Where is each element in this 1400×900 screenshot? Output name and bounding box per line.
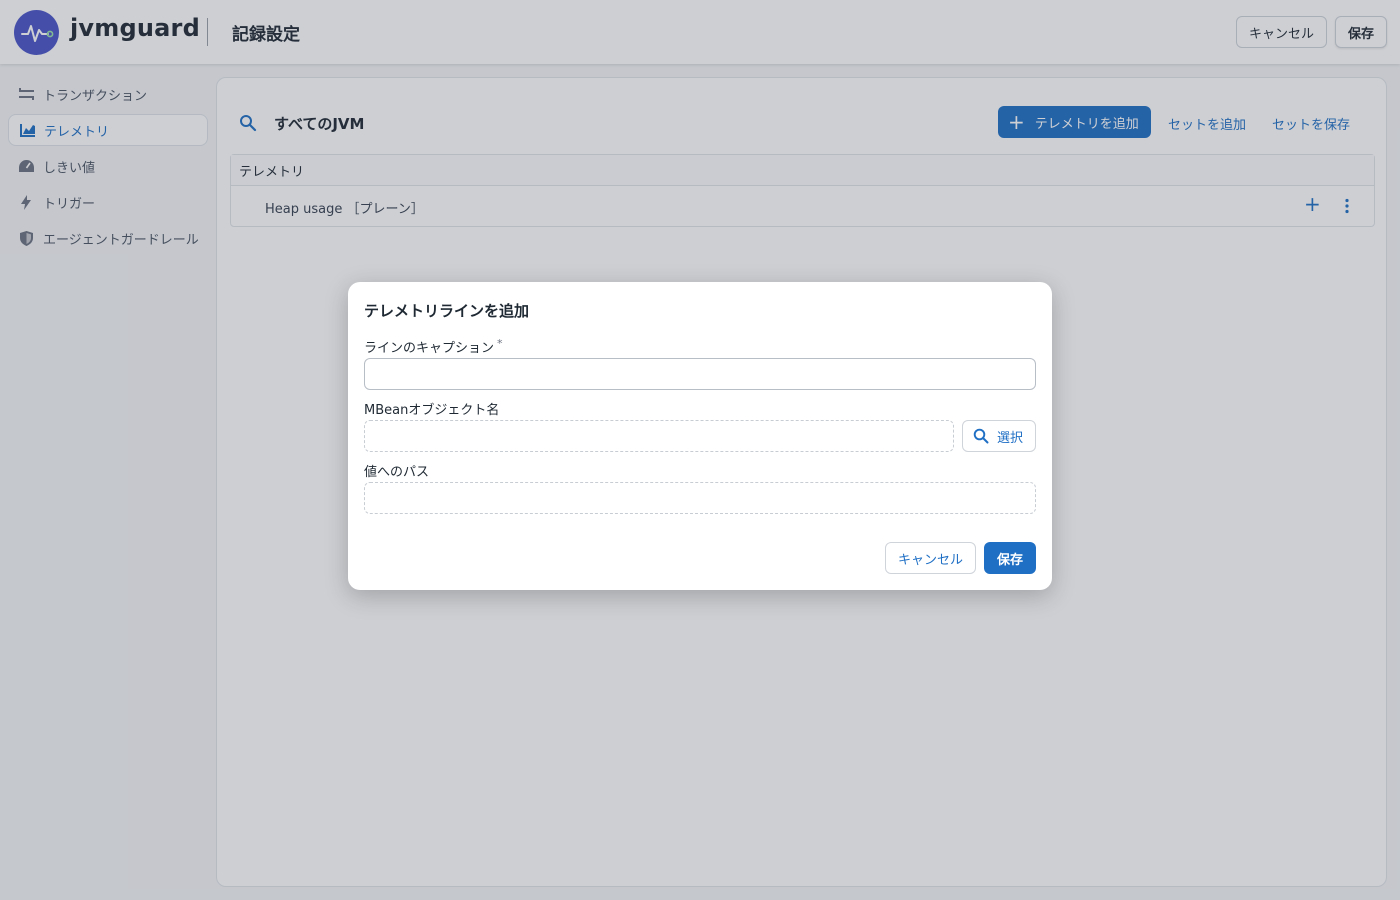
dialog-title: テレメトリラインを追加 (364, 302, 530, 320)
caption-label: ラインのキャプション * (364, 337, 503, 356)
mbean-label: MBeanオブジェクト名 (364, 403, 500, 418)
caption-input[interactable] (364, 358, 1036, 390)
value-path-label: 値へのパス (364, 465, 430, 480)
dialog-cancel-button[interactable]: キャンセル (885, 542, 976, 574)
caption-label-text: ラインのキャプション (364, 341, 495, 356)
mbean-name-input[interactable] (364, 420, 954, 452)
search-icon (973, 428, 989, 444)
select-mbean-button[interactable]: 選択 (962, 420, 1036, 452)
dialog-save-button[interactable]: 保存 (984, 542, 1036, 574)
value-path-input[interactable] (364, 482, 1036, 514)
select-button-label: 選択 (997, 430, 1024, 446)
add-telemetry-line-dialog: テレメトリラインを追加 ラインのキャプション * MBeanオブジェクト名 選択 … (348, 282, 1052, 590)
required-mark: * (497, 337, 503, 350)
